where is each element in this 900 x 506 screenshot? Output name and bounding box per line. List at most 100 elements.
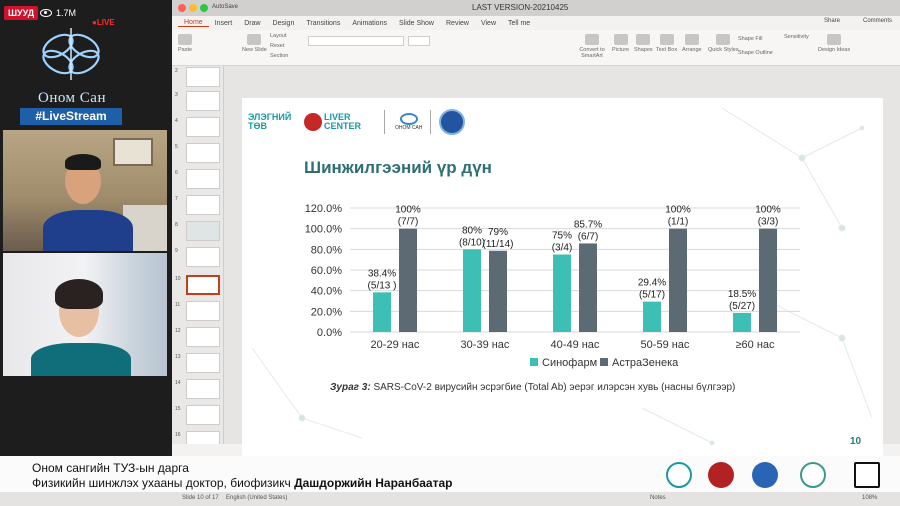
new-slide-button[interactable]: New Slide [242, 34, 267, 53]
data-sublabel: (7/7) [398, 217, 419, 228]
bar-sinopharm [373, 292, 391, 332]
thumb-number: 3 [175, 92, 178, 98]
slide-thumbnail[interactable] [186, 91, 220, 111]
figure-caption: Зураг 3: SARS-CoV-2 вирусийн эсрэгбие (T… [330, 382, 735, 393]
bar-sinopharm [463, 249, 481, 332]
logo-divider [430, 110, 432, 134]
bar-sinopharm [733, 312, 751, 332]
x-tick-label: 20-29 нас [371, 339, 420, 351]
onom-san-slide-logo-icon [399, 113, 418, 125]
thumb-number: 2 [175, 68, 178, 74]
quick-styles-button[interactable]: Quick Styles [708, 34, 739, 53]
title-bar: AutoSave LAST VERSION-20210425 [172, 0, 900, 16]
livestream-tag: #LiveStream [20, 108, 122, 125]
data-label: 100% [665, 205, 691, 216]
x-axis-labels: 20-29 нас 30-39 нас 40-49 нас 50-59 нас ≥60 … [371, 339, 775, 351]
sponsor-diamond-icon [800, 462, 826, 488]
arrange-button[interactable]: Arrange [682, 34, 702, 53]
tab-draw[interactable]: Draw [238, 20, 266, 27]
minimize-window-icon[interactable] [189, 4, 197, 12]
convert-smartart-button[interactable]: Convert to SmartArt [572, 34, 612, 59]
slide-thumbnail[interactable] [186, 195, 220, 215]
zoom-level[interactable]: 108% [862, 495, 877, 501]
slide-thumbnail[interactable] [186, 405, 220, 425]
slide-thumbnail[interactable] [186, 301, 220, 321]
file-title: LAST VERSION-20210425 [472, 3, 569, 12]
y-tick-label: 120.0% [305, 203, 343, 215]
tab-home[interactable]: Home [178, 19, 209, 27]
slide-thumbnail[interactable] [186, 169, 220, 189]
slide-thumbnail[interactable] [186, 67, 220, 87]
tab-animations[interactable]: Animations [346, 20, 393, 27]
design-ideas-button[interactable]: Design Ideas [818, 34, 850, 53]
section-button[interactable]: Section [270, 53, 288, 59]
x-tick-label: 40-49 нас [551, 339, 600, 351]
y-tick-label: 0.0% [317, 327, 342, 339]
thumb-number: 4 [175, 118, 178, 124]
slide-thumbnail-selected[interactable] [186, 275, 220, 295]
liver-center-sponsor-icon [666, 462, 692, 488]
close-window-icon[interactable] [178, 4, 186, 12]
notes-button[interactable]: Notes [650, 495, 666, 501]
data-sublabel: (3/3) [758, 217, 779, 228]
language-indicator[interactable]: English (United States) [226, 495, 287, 501]
tab-slide-show[interactable]: Slide Show [393, 20, 440, 27]
picture-button[interactable]: Picture [612, 34, 629, 53]
speaker-credentials: Физикийн шинжлэх ухааны доктор, биофизик… [32, 476, 452, 490]
slide-thumbnail[interactable] [186, 143, 220, 163]
reset-button[interactable]: Reset [270, 43, 284, 49]
tab-review[interactable]: Review [440, 20, 475, 27]
slide-thumbnail[interactable] [186, 117, 220, 137]
data-sublabel: (5/13 ) [368, 280, 397, 291]
data-label: 29.4% [638, 278, 666, 289]
text-box-button[interactable]: Text Box [656, 34, 677, 53]
slide-thumbnail[interactable] [186, 431, 220, 444]
slide-thumbnail[interactable] [186, 379, 220, 399]
tab-transitions[interactable]: Transitions [300, 20, 346, 27]
data-sublabel: (11/14) [483, 239, 514, 250]
tab-design[interactable]: Design [267, 20, 301, 27]
slide-title: Шинжилгээний үр дүн [304, 158, 492, 177]
data-label: 85.7% [574, 219, 602, 230]
speaker-name: Дашдоржийн Наранбаатар [294, 476, 453, 490]
legend-label: Синофарм [542, 357, 597, 369]
comments-button[interactable]: Comments [863, 18, 892, 24]
slide-thumbnail[interactable] [186, 327, 220, 347]
shapes-button[interactable]: Shapes [634, 34, 653, 53]
slide-thumbnail[interactable] [186, 221, 220, 241]
status-bar: Slide 10 of 17 English (United States) N… [0, 492, 900, 506]
data-sublabel: (8/10) [459, 237, 485, 248]
current-slide[interactable]: ЭЛЭГНИЙ ТӨВ LIVER CENTER ОНОМ САН Шинжил… [242, 98, 883, 456]
maximize-window-icon[interactable] [200, 4, 208, 12]
bar-chart: 0.0% 20.0% 40.0% 60.0% 80.0% 100.0% 120.0% 38.… [305, 203, 800, 369]
ribbon-tabs: Home Insert Draw Design Transitions Anim… [172, 16, 900, 30]
powerpoint-window: AutoSave LAST VERSION-20210425 Home Inse… [172, 0, 900, 456]
wall-frame [113, 138, 153, 166]
tab-view[interactable]: View [475, 20, 502, 27]
bar-astrazeneca [399, 228, 417, 332]
shape-outline-button[interactable]: Shape Outline [738, 50, 773, 56]
slide-thumbnail[interactable] [186, 353, 220, 373]
data-sublabel: (1/1) [668, 217, 689, 228]
x-tick-label: 30-39 нас [461, 339, 510, 351]
font-select[interactable] [308, 36, 404, 46]
data-label: 38.4% [368, 268, 396, 279]
tab-insert[interactable]: Insert [209, 20, 239, 27]
y-tick-label: 20.0% [311, 306, 342, 318]
shape-fill-button[interactable]: Shape Fill [738, 36, 762, 42]
slide-thumbnail[interactable] [186, 247, 220, 267]
slide-number: 10 [850, 436, 862, 447]
liver-center-logo-icon [304, 113, 322, 131]
thumb-number: 16 [175, 432, 181, 438]
autosave-label[interactable]: AutoSave [212, 4, 238, 10]
chart-bars: 38.4%(5/13 )100%(7/7)80%(8/10)79%(11/14)… [368, 205, 781, 332]
viewer-count-value: 1.7M [56, 8, 77, 18]
layout-button[interactable]: Layout [270, 33, 287, 39]
sensitivity-button[interactable]: Sensitivity [784, 34, 809, 40]
tell-me-search[interactable]: Tell me [502, 20, 536, 27]
data-label: 80% [462, 225, 482, 236]
paste-button[interactable]: Paste [178, 34, 192, 53]
font-size-select[interactable] [408, 36, 430, 46]
share-button[interactable]: Share [824, 18, 840, 24]
bar-sinopharm [643, 301, 661, 332]
